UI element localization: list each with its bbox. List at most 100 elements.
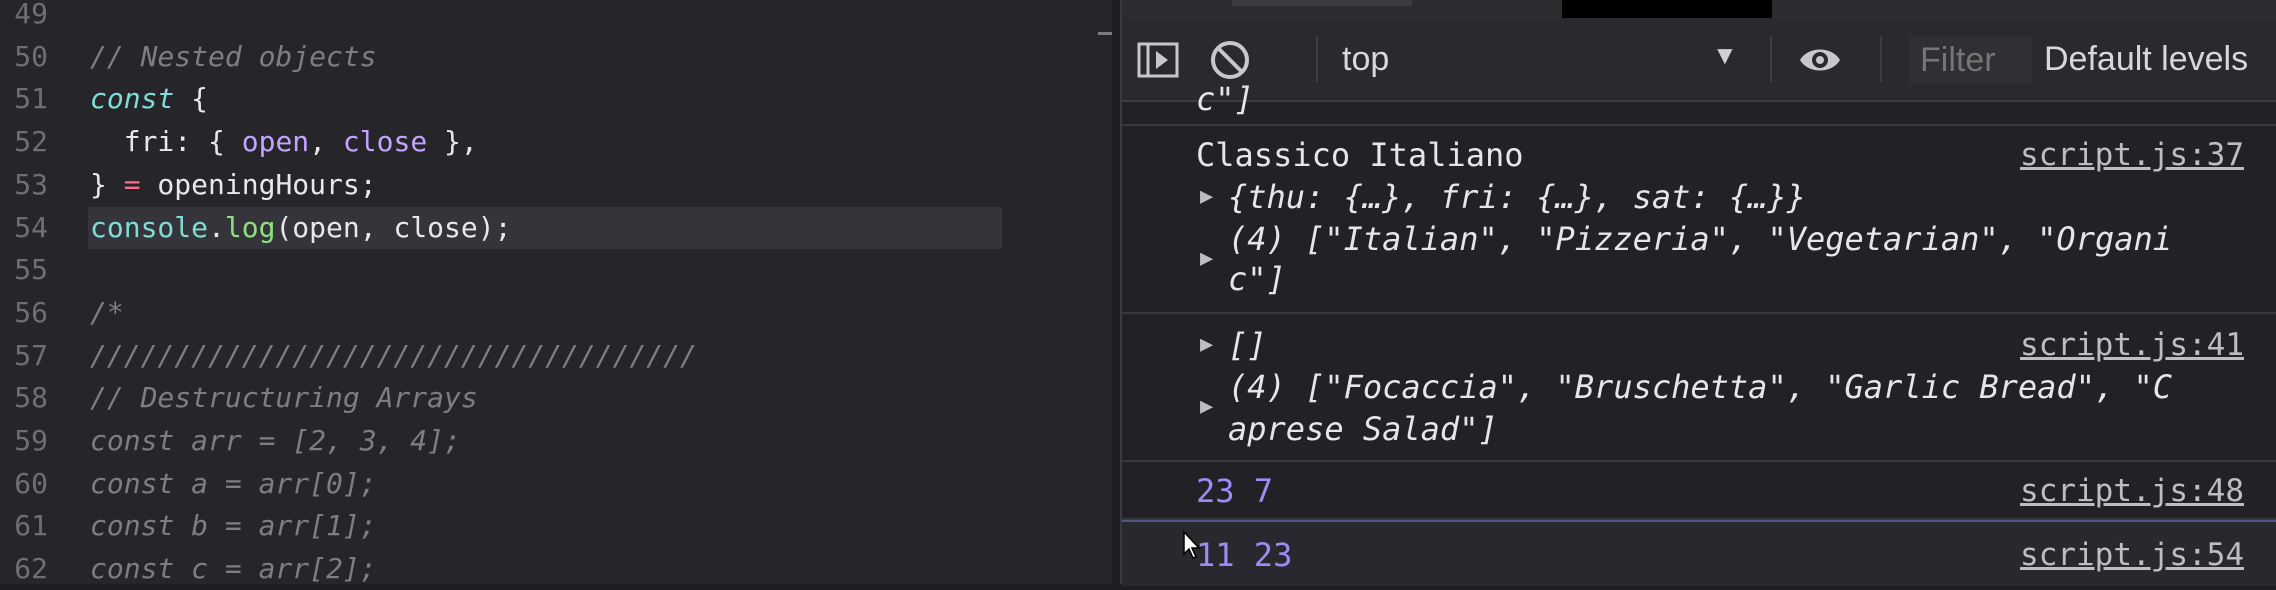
- toolbar-separator: [1880, 36, 1882, 82]
- console-array[interactable]: (4) ["Italian", "Pizzeria", "Vegetarian"…: [1228, 218, 2172, 260]
- chevron-down-icon[interactable]: ▼: [1712, 40, 1738, 71]
- line-number: 53: [14, 167, 48, 201]
- code-token: const b = arr[1];: [90, 509, 377, 543]
- console-object[interactable]: {thu: {…}, fri: {…}, sat: {…}}: [1228, 176, 1806, 218]
- log-levels-dropdown[interactable]: Default levels: [2044, 36, 2276, 82]
- source-link[interactable]: script.js:54: [2020, 534, 2244, 576]
- devtools-tab[interactable]: [1232, 0, 1412, 6]
- code-token: {: [174, 82, 209, 116]
- code-text: const arr = [2, 3, 4];: [90, 420, 461, 462]
- context-selector[interactable]: top: [1342, 36, 1389, 82]
- line-number: 59: [14, 424, 48, 457]
- console-message-latest: 11 23 script.js:54: [1122, 520, 2276, 586]
- eye-icon[interactable]: [1798, 38, 1842, 82]
- line-number: 61: [14, 509, 48, 543]
- console-toolbar: top ▼ Default levels: [1122, 18, 2276, 102]
- line-number: 52: [14, 125, 48, 159]
- code-token: openingHours;: [140, 167, 377, 201]
- code-token: /*: [90, 295, 124, 329]
- code-text: const a = arr[0];: [90, 463, 377, 505]
- expand-triangle-icon[interactable]: ▶: [1200, 176, 1213, 218]
- code-text: // Destructuring Arrays: [90, 377, 478, 419]
- line-number: 51: [14, 82, 48, 116]
- console-array[interactable]: []: [1228, 324, 1267, 366]
- code-text: } = openingHours;: [90, 164, 377, 206]
- code-text: const b = arr[1];: [90, 505, 377, 547]
- sidebar-toggle-icon[interactable]: [1136, 38, 1180, 82]
- code-text: console.log(open, close);: [90, 207, 511, 249]
- code-editor[interactable]: 49 50// Nested objects 51 const {52 fri: { …: [0, 0, 1112, 586]
- code-line[interactable]: 55: [0, 249, 1112, 291]
- code-line[interactable]: 50 // Nested objects: [0, 36, 1112, 78]
- code-line[interactable]: 60 const a = arr[0];: [0, 463, 1112, 505]
- clear-console-icon[interactable]: [1208, 38, 1252, 82]
- console-output[interactable]: c"] Classico Italiano script.js:37 ▶ {th…: [1122, 80, 2276, 586]
- code-token: const a = arr[0];: [90, 466, 377, 500]
- console-message: Classico Italiano script.js:37 ▶ {thu: {…: [1122, 126, 2276, 314]
- code-line[interactable]: 54 console.log(open, close);: [0, 206, 1112, 249]
- code-token: : {: [174, 125, 242, 159]
- console-message: c"]: [1122, 80, 2276, 126]
- code-token: // Nested objects: [90, 39, 377, 73]
- code-token: const arr = [2, 3, 4];: [90, 424, 461, 457]
- code-token: log: [224, 210, 276, 244]
- code-line[interactable]: 61 const b = arr[1];: [0, 505, 1112, 547]
- code-token: close: [342, 125, 428, 159]
- console-array-wrap: aprese Salad"]: [1228, 410, 1498, 448]
- code-line[interactable]: 52 fri: { open, close },: [0, 121, 1112, 163]
- console-message: script.js:41 ▶ [] ▶ (4) ["Focaccia", "Br…: [1122, 314, 2276, 462]
- code-token: fri: [90, 125, 175, 159]
- expand-triangle-icon[interactable]: ▶: [1200, 238, 1213, 280]
- code-line[interactable]: 59 const arr = [2, 3, 4];: [0, 420, 1112, 462]
- line-number: 57: [14, 338, 48, 372]
- code-token: const: [90, 82, 175, 116]
- code-text: fri: { open, close },: [90, 121, 478, 163]
- code-token: const c = arr[2];: [90, 552, 377, 586]
- line-number: 54: [14, 210, 48, 244]
- line-number: 60: [14, 466, 48, 500]
- devtools-console-panel: top ▼ Default levels c"] Classico Italia…: [1120, 0, 2276, 586]
- console-array[interactable]: (4) ["Focaccia", "Bruschetta", "Garlic B…: [1228, 366, 2172, 408]
- source-link[interactable]: script.js:41: [2020, 324, 2244, 366]
- console-text: c"]: [1196, 80, 1254, 118]
- code-token: ,: [309, 125, 343, 159]
- line-number: 49: [14, 0, 48, 30]
- expand-triangle-icon[interactable]: ▶: [1200, 386, 1213, 428]
- code-token: }: [90, 167, 124, 201]
- line-number: 55: [14, 253, 48, 287]
- line-number: 56: [14, 295, 48, 329]
- code-line[interactable]: 57 ////////////////////////////////////: [0, 335, 1112, 377]
- code-line[interactable]: 49: [0, 0, 1112, 35]
- code-text: // Nested objects: [90, 36, 377, 78]
- toolbar-separator: [1316, 36, 1318, 82]
- code-line[interactable]: 58 // Destructuring Arrays: [0, 377, 1112, 419]
- console-text: Classico Italiano: [1196, 136, 1524, 174]
- console-message: 23 7 script.js:48: [1122, 462, 2276, 520]
- console-array-wrap: c"]: [1228, 260, 1286, 298]
- code-token: open: [241, 125, 310, 159]
- devtools-tab-strip: [1122, 0, 2276, 18]
- toolbar-separator: [1770, 36, 1772, 82]
- line-number: 50: [14, 39, 48, 73]
- code-token: // Destructuring Arrays: [90, 381, 478, 415]
- devtools-tab-active[interactable]: [1562, 0, 1772, 18]
- filter-input[interactable]: [1910, 36, 2032, 84]
- code-text: /*: [90, 292, 124, 334]
- code-line[interactable]: 53} = openingHours;: [0, 164, 1112, 206]
- source-link[interactable]: script.js:37: [2020, 134, 2244, 176]
- code-token: .: [208, 210, 225, 244]
- code-text: ////////////////////////////////////: [90, 335, 697, 377]
- pane-divider-handle[interactable]: [1098, 32, 1112, 35]
- code-text: const {: [90, 78, 208, 120]
- console-numbers: 23 7: [1196, 472, 1274, 510]
- expand-triangle-icon[interactable]: ▶: [1200, 324, 1213, 366]
- line-number: 58: [14, 381, 48, 415]
- code-token: (open, close);: [275, 210, 512, 244]
- code-token: =: [123, 167, 141, 201]
- code-line[interactable]: 51 const {: [0, 78, 1112, 120]
- code-line[interactable]: 56 /*: [0, 292, 1112, 334]
- console-numbers: 11 23: [1196, 536, 1293, 574]
- code-token: ////////////////////////////////////: [90, 338, 697, 372]
- code-token: console: [90, 210, 209, 244]
- source-link[interactable]: script.js:48: [2020, 470, 2244, 512]
